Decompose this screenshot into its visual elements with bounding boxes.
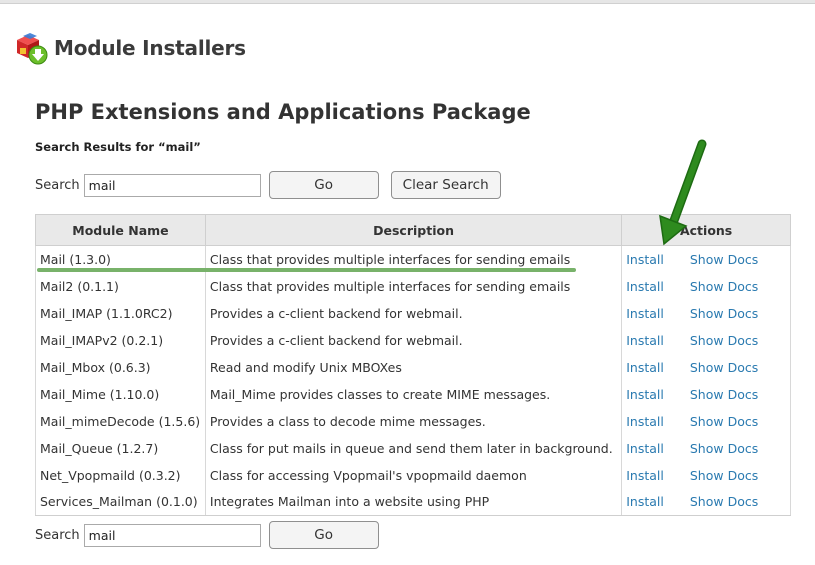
install-link[interactable]: Install <box>626 387 664 402</box>
search-results-caption: Search Results for “mail” <box>35 140 201 154</box>
description-cell: Provides a class to decode mime messages… <box>204 407 623 435</box>
show-docs-link[interactable]: Show Docs <box>690 441 758 456</box>
table-row: Mail2 (0.1.1) Class that provides multipl… <box>35 272 791 300</box>
search-label: Search <box>35 177 80 193</box>
actions-cell: Install Show Docs <box>621 461 791 489</box>
highlight-underline <box>37 268 576 272</box>
module-installer-icon <box>17 33 48 65</box>
install-link[interactable]: Install <box>626 494 664 509</box>
actions-cell: Install Show Docs <box>621 326 791 354</box>
page-header: Module Installers <box>14 31 246 65</box>
search-input-bottom[interactable] <box>83 523 261 547</box>
table-row: Net_Vpopmaild (0.3.2) Class for accessing… <box>35 461 791 489</box>
description-cell: Provides a c-client backend for webmail. <box>204 326 623 354</box>
actions-cell: Install Show Docs <box>621 272 791 300</box>
install-link[interactable]: Install <box>626 360 664 375</box>
description-cell: Read and modify Unix MBOXes <box>204 353 623 381</box>
description-cell: Class that provides multiple interfaces … <box>204 272 623 300</box>
go-button-bottom[interactable]: Go <box>268 521 379 549</box>
actions-cell: Install Show Docs <box>621 407 791 435</box>
column-header-module-name[interactable]: Module Name <box>35 214 206 246</box>
show-docs-link[interactable]: Show Docs <box>690 494 758 509</box>
go-button[interactable]: Go <box>268 171 379 199</box>
search-form-top: Search Go Clear Search <box>35 171 501 199</box>
actions-cell: Install Show Docs <box>621 380 791 408</box>
module-name-cell: Mail2 (0.1.1) <box>35 272 206 300</box>
module-name-cell: Mail_IMAPv2 (0.2.1) <box>35 326 206 354</box>
install-link[interactable]: Install <box>626 333 664 348</box>
show-docs-link[interactable]: Show Docs <box>690 414 758 429</box>
search-input[interactable] <box>83 173 261 197</box>
actions-cell: Install Show Docs <box>621 299 791 327</box>
install-link[interactable]: Install <box>626 279 664 294</box>
modules-table: Module Name Description Actions Mail (1.… <box>35 214 791 516</box>
actions-cell: Install Show Docs <box>621 245 791 273</box>
install-link[interactable]: Install <box>626 414 664 429</box>
install-link[interactable]: Install <box>626 306 664 321</box>
page-title: Module Installers <box>54 36 246 60</box>
show-docs-link[interactable]: Show Docs <box>690 360 758 375</box>
description-cell: Provides a c-client backend for webmail. <box>204 299 623 327</box>
module-name-cell: Net_Vpopmaild (0.3.2) <box>35 461 206 489</box>
module-name-cell: Mail_mimeDecode (1.5.6) <box>35 407 206 435</box>
table-row: Mail_mimeDecode (1.5.6) Provides a class … <box>35 407 791 435</box>
search-label-bottom: Search <box>35 527 80 543</box>
show-docs-link[interactable]: Show Docs <box>690 468 758 483</box>
show-docs-link[interactable]: Show Docs <box>690 252 758 267</box>
actions-cell: Install Show Docs <box>621 353 791 381</box>
description-cell: Integrates Mailman into a website using … <box>204 488 623 516</box>
table-row: Mail_Mime (1.10.0) Mail_Mime provides cla… <box>35 380 791 408</box>
install-link[interactable]: Install <box>626 252 664 267</box>
table-row: Mail_Mbox (0.6.3) Read and modify Unix MB… <box>35 353 791 381</box>
install-link[interactable]: Install <box>626 468 664 483</box>
module-name-cell: Mail_Mbox (0.6.3) <box>35 353 206 381</box>
install-link[interactable]: Install <box>626 441 664 456</box>
show-docs-link[interactable]: Show Docs <box>690 333 758 348</box>
clear-search-button[interactable]: Clear Search <box>390 171 501 199</box>
table-row: Mail_IMAP (1.1.0RC2) Provides a c-client … <box>35 299 791 327</box>
actions-cell: Install Show Docs <box>621 488 791 516</box>
module-name-cell: Services_Mailman (0.1.0) <box>35 488 206 516</box>
show-docs-link[interactable]: Show Docs <box>690 279 758 294</box>
description-cell: Class for accessing Vpopmail's vpopmaild… <box>204 461 623 489</box>
actions-cell: Install Show Docs <box>621 434 791 462</box>
search-form-bottom: Search Go <box>35 521 379 549</box>
annotation-arrow-icon <box>659 139 707 246</box>
show-docs-link[interactable]: Show Docs <box>690 387 758 402</box>
module-name-cell: Mail_IMAP (1.1.0RC2) <box>35 299 206 327</box>
table-row: Services_Mailman (0.1.0) Integrates Mailm… <box>35 488 791 516</box>
description-cell: Mail_Mime provides classes to create MIM… <box>204 380 623 408</box>
section-title: PHP Extensions and Applications Package <box>35 100 531 124</box>
top-border <box>0 0 815 4</box>
description-cell: Class for put mails in queue and send th… <box>204 434 623 462</box>
table-row: Mail_IMAPv2 (0.2.1) Provides a c-client b… <box>35 326 791 354</box>
module-name-cell: Mail_Mime (1.10.0) <box>35 380 206 408</box>
show-docs-link[interactable]: Show Docs <box>690 306 758 321</box>
table-row: Mail_Queue (1.2.7) Class for put mails in… <box>35 434 791 462</box>
column-header-description[interactable]: Description <box>204 214 623 246</box>
module-name-cell: Mail_Queue (1.2.7) <box>35 434 206 462</box>
